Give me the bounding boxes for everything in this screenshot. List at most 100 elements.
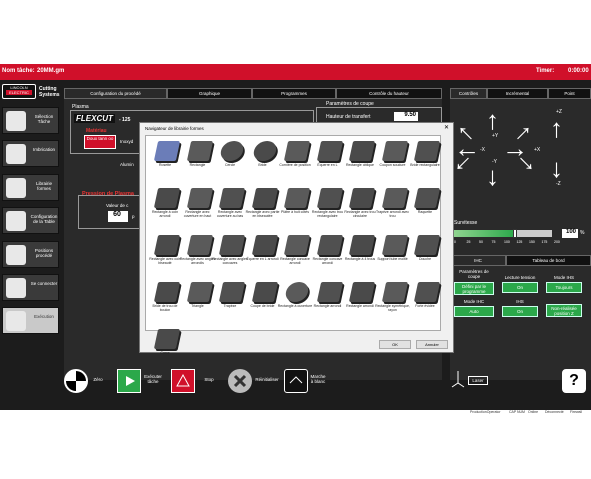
shape-thumbnail-icon bbox=[316, 235, 343, 255]
sidebar-item-0[interactable]: Sélection Tâche bbox=[2, 107, 59, 134]
shape-item[interactable]: Rectangle arrondi bbox=[313, 280, 343, 320]
shape-thumbnail-icon bbox=[316, 188, 343, 208]
tab-incremental[interactable]: Incrémental bbox=[487, 88, 548, 99]
tab-height-control[interactable]: Contrôle du hauteur bbox=[336, 88, 442, 99]
tab-dashboard[interactable]: Tableau de bord bbox=[506, 255, 591, 266]
shape-item[interactable]: Trapèze arrondi avec trou bbox=[376, 186, 409, 226]
speed-value[interactable]: 100 bbox=[562, 229, 578, 238]
shape-thumbnail-icon bbox=[153, 141, 181, 161]
task-value: 20MM.gm bbox=[37, 68, 65, 74]
nesting-icon bbox=[6, 144, 26, 164]
sidebar-item-3[interactable]: Configuration de la Table bbox=[2, 207, 59, 234]
tools-icon bbox=[6, 245, 26, 265]
shape-item[interactable]: Rectangle avec angles concaves bbox=[212, 233, 248, 273]
pressure-value-field[interactable]: 60 bbox=[108, 211, 128, 222]
shape-item[interactable]: Douche bbox=[410, 233, 441, 273]
help-button[interactable]: ? bbox=[562, 369, 586, 393]
shape-item[interactable]: Came bbox=[150, 327, 181, 367]
ihc-voltage-on-button[interactable]: On bbox=[502, 282, 538, 293]
shape-label: Équerre en L bbox=[317, 163, 338, 167]
shape-item[interactable]: Rectangle à coin arrondi bbox=[150, 186, 181, 226]
laser-button[interactable] bbox=[446, 369, 470, 393]
speed-slider[interactable] bbox=[454, 229, 552, 238]
tab-graphique[interactable]: Graphique bbox=[167, 88, 252, 99]
zero-button[interactable] bbox=[64, 369, 88, 393]
shape-item[interactable]: Support tube moitié bbox=[377, 233, 408, 273]
shape-item[interactable]: Coupon soudure bbox=[378, 139, 408, 179]
shape-item[interactable]: Cornière de position bbox=[279, 139, 311, 179]
dialog-ok-button[interactable]: OK bbox=[379, 340, 411, 349]
material-aluminium[interactable]: Alumin bbox=[120, 162, 134, 167]
execute-task-button[interactable] bbox=[117, 369, 141, 393]
shape-label: Coupe de bride bbox=[250, 304, 275, 308]
shape-item[interactable]: Rectangle bbox=[183, 139, 213, 179]
shape-thumbnail-icon bbox=[283, 282, 311, 302]
dialog-close-button[interactable]: ✕ bbox=[444, 124, 449, 131]
material-stainless[interactable]: Inoxyd bbox=[120, 139, 133, 144]
shape-label: Bride bbox=[258, 163, 267, 167]
transfer-height-field[interactable]: 9.50 bbox=[394, 112, 418, 121]
shape-label: Cornière de position bbox=[279, 163, 311, 167]
tab-ihc[interactable]: IHC bbox=[450, 255, 506, 266]
jog-up-arrow[interactable]: ↑ bbox=[486, 107, 499, 133]
tab-programmes[interactable]: Programmes bbox=[252, 88, 336, 99]
shape-item[interactable]: Rectangle symétrique, rayon bbox=[375, 280, 410, 320]
ihc-ihs-on-button[interactable]: On bbox=[502, 306, 538, 317]
ihc-panel: Paramètres de coupe Lecture tension Mode… bbox=[450, 266, 591, 324]
shape-item[interactable]: Forte évidée bbox=[410, 280, 441, 320]
shape-item[interactable]: Rectangle avec ouverture en haut bbox=[183, 186, 213, 226]
shape-item[interactable]: Équerre en L arrondi bbox=[247, 233, 278, 273]
tab-controles[interactable]: Contrôles bbox=[450, 88, 487, 99]
shape-item[interactable]: Bride bbox=[248, 139, 278, 179]
tab-process-config[interactable]: Configuration du procédé bbox=[64, 88, 167, 99]
shape-item[interactable]: Rectangle avec partie en biseautée bbox=[246, 186, 279, 226]
shape-item[interactable]: Rectangle concave arrondi bbox=[313, 233, 343, 273]
shape-item[interactable]: Raquette bbox=[410, 186, 441, 226]
sidebar-item-5[interactable]: Se connecter bbox=[2, 274, 59, 301]
sidebar-item-1[interactable]: Imbrication bbox=[2, 140, 59, 167]
shape-thumbnail-icon bbox=[413, 282, 441, 302]
shape-item[interactable]: Rectangle avec trou rectangulaire bbox=[312, 186, 343, 226]
jog-z-down-arrow[interactable]: ↓ bbox=[550, 155, 563, 181]
ihc-z-position-button[interactable]: Non-réalisée position Z bbox=[546, 304, 582, 317]
z-minus-label: -Z bbox=[556, 181, 561, 187]
sidebar-item-4[interactable]: Positions procédé bbox=[2, 241, 59, 268]
shape-item[interactable]: Coupe de bride bbox=[248, 280, 278, 320]
shape-item[interactable]: Rectangle à ouverture bbox=[278, 280, 312, 320]
shape-label: Came bbox=[160, 351, 170, 355]
sidebar-item-6[interactable]: Exécution bbox=[2, 307, 59, 334]
shape-item[interactable]: Rectangle avec coin biseauté bbox=[149, 233, 181, 273]
shape-item[interactable]: Rectangle oblique bbox=[345, 139, 376, 179]
shape-thumbnail-icon bbox=[153, 188, 181, 208]
material-mild-steel-button[interactable]: Doux tann oo bbox=[84, 135, 116, 149]
shape-item[interactable]: Rectangle avec trou circulaire bbox=[344, 186, 376, 226]
shape-item[interactable]: Bride de trou de boulon bbox=[150, 280, 181, 320]
ihc-program-defined-button[interactable]: Défini par le programme bbox=[454, 282, 494, 295]
jog-down-arrow[interactable]: ↓ bbox=[486, 163, 499, 189]
shape-item[interactable]: Trapèze bbox=[215, 280, 246, 320]
jog-z-up-arrow[interactable]: ↑ bbox=[550, 115, 563, 141]
shape-item[interactable]: Équerre en L bbox=[313, 139, 343, 179]
shape-item[interactable]: Plâtre à huit côtés bbox=[280, 186, 311, 226]
shape-label: Rectangle à 4 trous bbox=[344, 257, 376, 261]
tab-point[interactable]: Point bbox=[548, 88, 591, 99]
ihc-auto-button[interactable]: Auto bbox=[454, 306, 494, 317]
shape-item[interactable]: Rectangle concave arrondi bbox=[280, 233, 311, 273]
shape-item[interactable]: Rectangle à 4 trous bbox=[345, 233, 375, 273]
timer-label: Timer: bbox=[536, 68, 555, 74]
shape-item[interactable]: Triangle bbox=[183, 280, 213, 320]
shape-item[interactable]: Rosette bbox=[150, 139, 181, 179]
shape-item[interactable]: Rectangle avec ouverture au bas bbox=[215, 186, 246, 226]
reset-button[interactable] bbox=[228, 369, 252, 393]
ihc-always-button[interactable]: Toujours bbox=[546, 282, 582, 293]
shape-label: Rectangle avec trou circulaire bbox=[344, 210, 376, 218]
shape-item[interactable]: Rectangle avec angles arrondis bbox=[180, 233, 215, 273]
shape-label: Bride de trou de boulon bbox=[152, 304, 178, 312]
dry-run-button[interactable] bbox=[284, 369, 308, 393]
shape-item[interactable]: Bride rectangulaire bbox=[410, 139, 441, 179]
dialog-cancel-button[interactable]: Annuler bbox=[416, 340, 448, 349]
shape-item[interactable]: Rectangle arrondi bbox=[345, 280, 376, 320]
shape-item[interactable]: Cercle bbox=[215, 139, 246, 179]
stop-button[interactable] bbox=[171, 369, 195, 393]
sidebar-item-2[interactable]: Librairie formes bbox=[2, 174, 59, 201]
